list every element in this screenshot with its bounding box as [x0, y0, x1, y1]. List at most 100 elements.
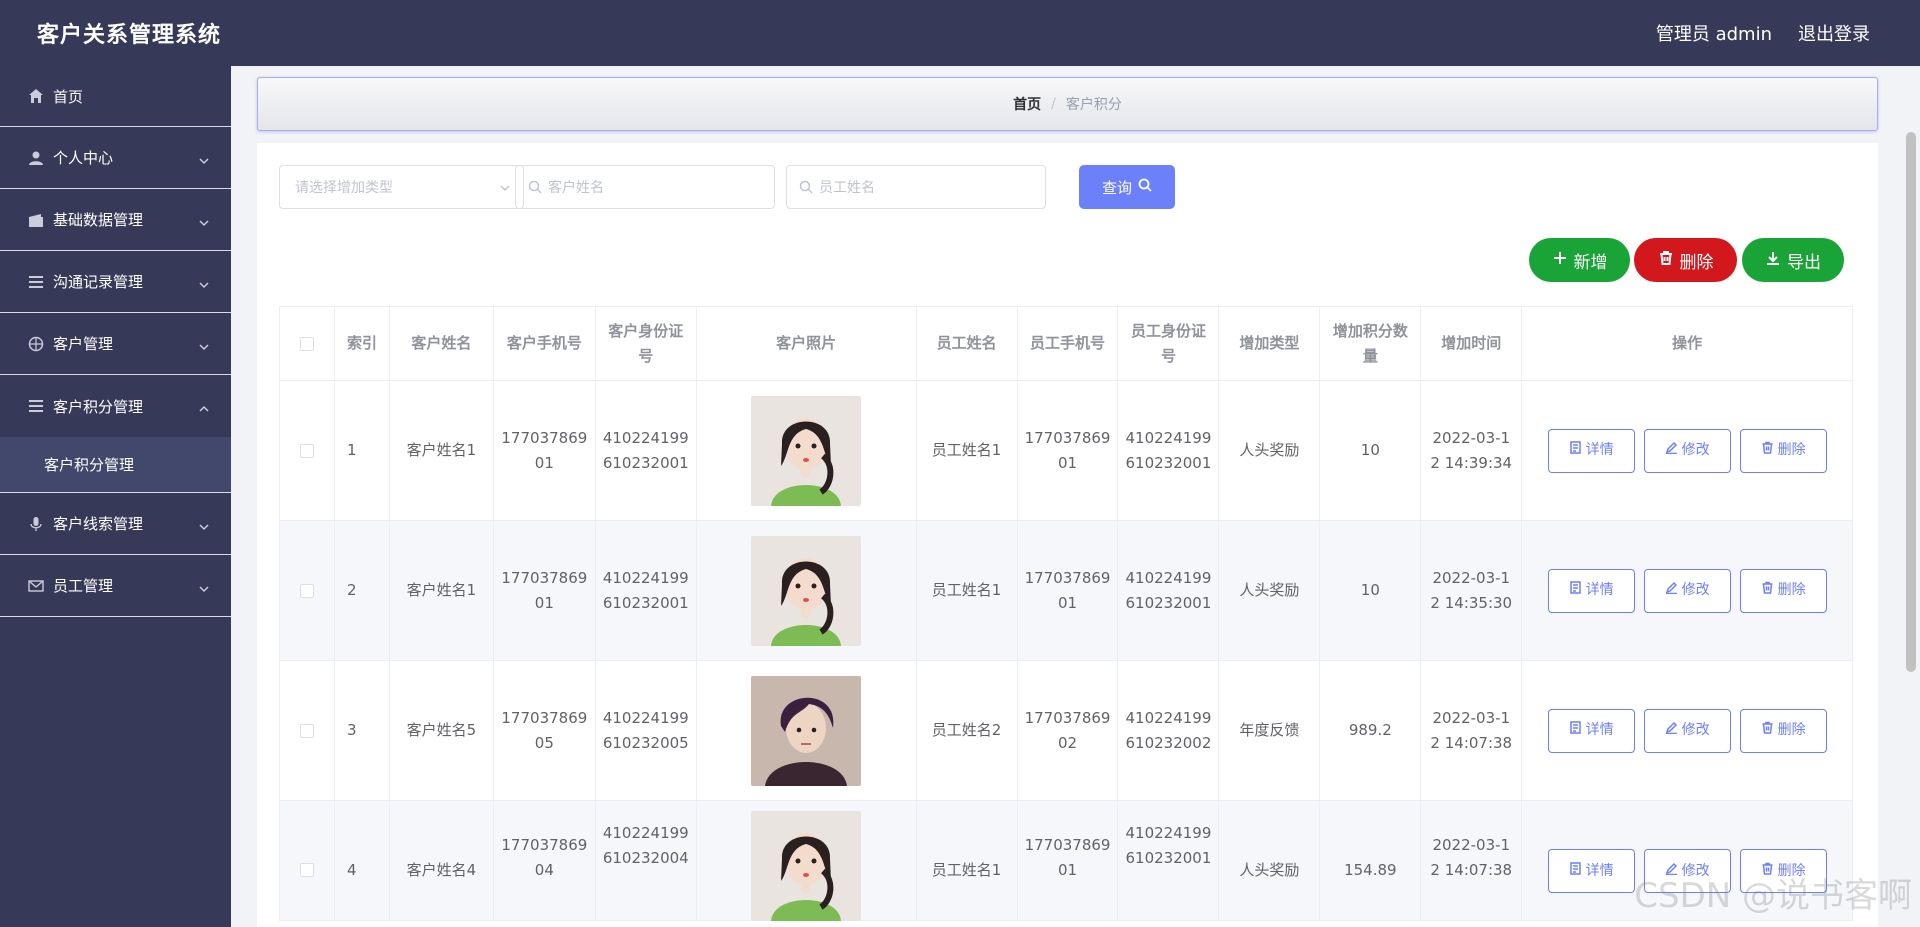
- sidebar: 首页 个人中心 基础数据管理 沟通记录管理 客户管理 客户积分管理 客户积分管理…: [0, 66, 231, 927]
- microphone-icon: [27, 515, 45, 533]
- cell-text: 4: [346, 861, 357, 879]
- employee-name-input[interactable]: 员工姓名: [786, 165, 1046, 209]
- customer-id-cell: 410224199610232005: [595, 661, 697, 801]
- table-header-cell: 增加类型: [1219, 307, 1321, 381]
- table-header-cell: 员工手机号: [1017, 307, 1119, 381]
- index-cell: 2: [334, 521, 390, 661]
- male-avatar[interactable]: [751, 675, 862, 786]
- add-type-placeholder: 请选择增加类型: [295, 180, 393, 196]
- detail-button[interactable]: 详情: [1547, 428, 1635, 473]
- table-row: 1 客户姓名1 17703786901 410224199610232001 员…: [280, 381, 1854, 521]
- add-type-select[interactable]: 请选择增加类型: [279, 165, 524, 209]
- customer-name-cell: 客户姓名4: [389, 801, 494, 921]
- chevron-down-icon: [199, 152, 209, 164]
- employee-phone-cell: 17703786902: [1017, 661, 1119, 801]
- sidebar-item-customer-points[interactable]: 客户积分管理: [0, 375, 231, 437]
- chevron-down-icon: [199, 214, 209, 226]
- customer-phone-cell: 17703786901: [493, 381, 596, 521]
- female-avatar[interactable]: [751, 395, 862, 506]
- edit-button[interactable]: 修改: [1643, 428, 1731, 473]
- female-avatar[interactable]: [751, 811, 862, 921]
- delete-button[interactable]: 删除: [1739, 708, 1827, 753]
- time-cell: 2022-03-12 14:07:38: [1421, 801, 1523, 921]
- sidebar-subitem-customer-points[interactable]: 客户积分管理: [0, 437, 231, 493]
- delete-button[interactable]: 删除: [1739, 568, 1827, 613]
- trash-icon: [1658, 250, 1674, 271]
- detail-button[interactable]: 详情: [1547, 568, 1635, 613]
- delete-button[interactable]: 删除: [1739, 428, 1827, 473]
- actions-cell: 详情 修改 删除: [1522, 521, 1854, 661]
- wallet-icon: [27, 211, 45, 229]
- employee-name-placeholder: 员工姓名: [819, 180, 875, 196]
- edit-button[interactable]: 修改: [1643, 708, 1731, 753]
- sidebar-item-label: 个人中心: [53, 149, 114, 167]
- table-header-row: 索引 客户姓名 客户手机号 客户身份证号 客户照片 员工姓名 员工手机号 员工身…: [280, 307, 1854, 381]
- female-avatar[interactable]: [751, 535, 862, 646]
- sidebar-item-home[interactable]: 首页: [0, 66, 231, 127]
- edit-label: 修改: [1681, 722, 1710, 738]
- row-checkbox[interactable]: [299, 443, 314, 458]
- cell-text: 17703786901: [501, 568, 588, 612]
- header-text: 员工身份证号: [1130, 321, 1206, 365]
- document-icon: [1569, 438, 1582, 463]
- detail-button[interactable]: 详情: [1547, 708, 1635, 753]
- home-icon: [27, 87, 45, 105]
- sidebar-item-customer-leads[interactable]: 客户线索管理: [0, 493, 231, 555]
- table-header-cell: 员工姓名: [916, 307, 1018, 381]
- sidebar-item-personal-center[interactable]: 个人中心: [0, 127, 231, 189]
- cell-text: 员工姓名1: [931, 861, 1002, 879]
- chevron-down-icon: [199, 580, 209, 592]
- cell-text: 17703786901: [1024, 836, 1111, 879]
- sidebar-item-label: 客户线索管理: [53, 515, 144, 533]
- batch-delete-button[interactable]: 删除: [1634, 238, 1737, 282]
- detail-label: 详情: [1585, 442, 1614, 458]
- index-cell: 1: [334, 381, 390, 521]
- add-button[interactable]: 新增: [1529, 238, 1630, 282]
- document-icon: [1569, 859, 1582, 884]
- sidebar-item-employee[interactable]: 员工管理: [0, 555, 231, 617]
- breadcrumb-home[interactable]: 首页: [1013, 94, 1041, 114]
- edit-button[interactable]: 修改: [1643, 568, 1731, 613]
- table-header-cell: 操作: [1522, 307, 1854, 381]
- employee-id-cell: 410224199610232001: [1118, 801, 1220, 921]
- table-header-cell: 索引: [334, 307, 390, 381]
- table-header-cell: 客户姓名: [389, 307, 494, 381]
- select-all-checkbox[interactable]: [299, 336, 314, 351]
- row-checkbox[interactable]: [299, 863, 314, 877]
- admin-user-label[interactable]: 管理员 admin: [1656, 20, 1772, 46]
- customer-phone-cell: 17703786901: [493, 521, 596, 661]
- row-checkbox[interactable]: [299, 723, 314, 738]
- customer-id-cell: 410224199610232004: [595, 801, 697, 921]
- breadcrumb-current: 客户积分: [1065, 97, 1122, 113]
- edit-label: 修改: [1681, 442, 1710, 458]
- actions-cell: 详情 修改 删除: [1522, 661, 1854, 801]
- sidebar-item-customer[interactable]: 客户管理: [0, 313, 231, 375]
- vertical-scrollbar[interactable]: [1906, 132, 1916, 672]
- sidebar-item-communication[interactable]: 沟通记录管理: [0, 251, 231, 313]
- export-button[interactable]: 导出: [1742, 238, 1844, 282]
- detail-button[interactable]: 详情: [1547, 849, 1635, 893]
- customer-phone-cell: 17703786904: [493, 801, 596, 921]
- index-cell: 3: [334, 661, 390, 801]
- add-type-cell: 人头奖励: [1219, 381, 1321, 521]
- download-icon: [1765, 250, 1781, 271]
- export-button-label: 导出: [1787, 252, 1821, 273]
- sidebar-item-label: 基础数据管理: [53, 211, 144, 229]
- row-checkbox[interactable]: [299, 583, 314, 598]
- row-select-cell: [280, 521, 335, 661]
- employee-id-cell: 410224199610232001: [1118, 381, 1220, 521]
- search-icon: [1138, 178, 1152, 196]
- chevron-up-icon: [199, 400, 209, 412]
- cell-text: 客户姓名4: [406, 861, 477, 879]
- header-select-all: [280, 307, 335, 381]
- cell-text: 17703786902: [1024, 708, 1111, 752]
- time-cell: 2022-03-12 14:35:30: [1421, 521, 1523, 661]
- customer-name-input[interactable]: 客户姓名: [515, 165, 775, 209]
- index-cell: 4: [334, 801, 390, 921]
- logout-link[interactable]: 退出登录: [1798, 20, 1870, 46]
- query-button-label: 查询: [1101, 178, 1132, 197]
- sidebar-item-basic-data[interactable]: 基础数据管理: [0, 189, 231, 251]
- row-select-cell: [280, 381, 335, 521]
- query-button[interactable]: 查询: [1079, 165, 1175, 209]
- delete-label: 删除: [1777, 722, 1806, 738]
